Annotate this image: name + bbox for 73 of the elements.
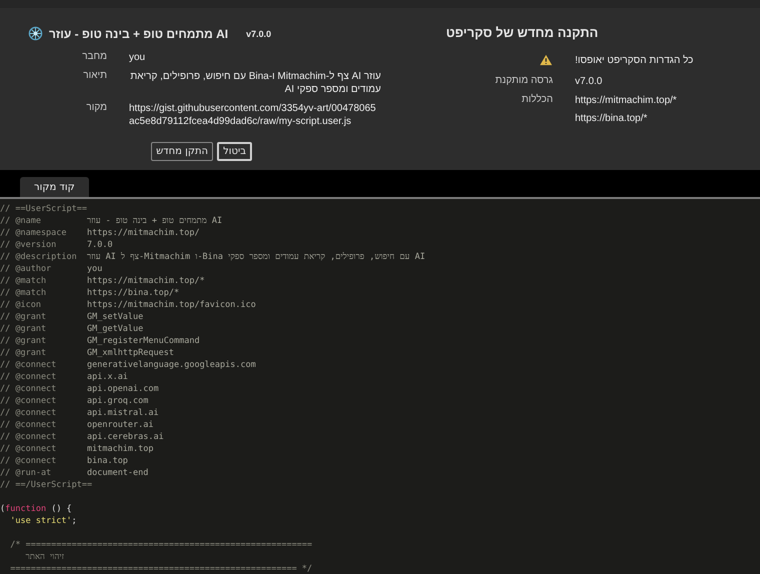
detail-label: תיאור	[82, 70, 107, 81]
code-key: // @grant	[0, 347, 87, 359]
code-comment: // ==UserScript==	[0, 204, 87, 214]
code-key: // @connect	[0, 455, 87, 467]
detail-value: https://gist.githubusercontent.com/3354yv-art/00478065ac5e8d79112fcea4d99dad6c/raw/my-script.user.js	[129, 102, 377, 128]
script-version: v7.0.0	[246, 28, 272, 38]
warning-text: כל הגדרות הסקריפט יאופסו!	[575, 54, 694, 67]
reinstall-button[interactable]: התקן מחדש	[151, 142, 214, 161]
code-value: you	[86, 264, 102, 274]
detail-label: מקור	[85, 102, 107, 113]
code-value: api.openai.com	[86, 384, 159, 394]
code-punctuation: ;	[72, 516, 77, 526]
code-value: https://mitmachim.top/favicon.ico	[86, 300, 256, 310]
info-value: https://bina.top/*	[575, 112, 648, 125]
code-value: api.cerebras.ai	[86, 432, 164, 442]
code-value: https://mitmachim.top/*	[86, 276, 205, 286]
info-value: v7.0.0	[575, 75, 604, 88]
cancel-button[interactable]: ביטול	[217, 142, 252, 161]
code-key: // @connect	[0, 407, 87, 419]
code-value: api.groq.com	[86, 396, 148, 406]
code-value: https://bina.top/*	[86, 288, 180, 298]
code-key: // @connect	[0, 395, 87, 407]
code-value: openrouter.ai	[86, 420, 154, 430]
code-key: // @icon	[0, 299, 87, 311]
code-value: api.mistral.ai	[86, 408, 159, 418]
code-value: generativelanguage.googleapis.com	[86, 360, 256, 370]
code-key: // @run-at	[0, 467, 87, 479]
code-key: // @match	[0, 287, 87, 299]
code-key: // @grant	[0, 323, 87, 335]
code-value: GM_getValue	[86, 324, 144, 334]
script-name: מתמחים טופ + בינה טופ - עוזר AI	[49, 26, 228, 40]
code-punctuation: () {	[50, 504, 72, 514]
code-comment: זיהוי האתר	[24, 552, 64, 562]
code-value: https://mitmachim.top/	[86, 228, 200, 238]
code-value: עוזר AI צף ל-Mitmachim ו-Bina עם חיפוש, פרופילים, קריאת עמודים ומספר ספקי AI	[86, 252, 426, 262]
code-value: GM_registerMenuCommand	[86, 336, 200, 346]
detail-label: מחבר	[81, 51, 107, 62]
warning-icon	[539, 54, 553, 66]
code-key: // @connect	[0, 383, 87, 395]
code-key: // @connect	[0, 419, 87, 431]
code-key: // @connect	[0, 359, 87, 371]
code-string: 'use strict'	[9, 516, 72, 526]
code-comment: ======================================================== */	[9, 564, 312, 574]
code-value: מתמחים טופ + בינה טופ - עוזר AI	[86, 216, 222, 226]
code-key: // @match	[0, 275, 87, 287]
info-value: https://mitmachim.top/*	[575, 94, 678, 107]
code-key: // @author	[0, 263, 87, 275]
detail-value: you	[129, 51, 146, 64]
code-key: // @name	[0, 215, 87, 227]
code-key: // @connect	[0, 371, 87, 383]
code-key: // @grant	[0, 311, 87, 323]
code-value: GM_xmlhttpRequest	[86, 348, 174, 358]
code-key: // @description	[0, 251, 87, 263]
info-label: גרסה מותקנת	[494, 75, 553, 86]
code-comment: /* ========================================================	[9, 540, 312, 550]
code-keyword: function	[5, 504, 46, 514]
code-key: // @namespace	[0, 227, 87, 239]
detail-value: עוזר AI צף ל-Mitmachim ו-Bina עם חיפוש, פרופילים, קריאת עמודים ומספר ספקי AI	[129, 70, 381, 96]
code-value: 7.0.0	[86, 240, 113, 250]
code-key: // @connect	[0, 431, 87, 443]
code-value: mitmachim.top	[86, 444, 154, 454]
code-key: // @version	[0, 239, 87, 251]
info-label: הכללות	[520, 94, 553, 105]
code-key: // @connect	[0, 443, 87, 455]
code-value: api.x.ai	[86, 372, 128, 382]
code-value: bina.top	[86, 456, 128, 466]
code-key: // @grant	[0, 335, 87, 347]
code-punctuation: (	[0, 504, 6, 514]
source-tab[interactable]: קוד מקור	[20, 177, 89, 197]
code-value: GM_setValue	[86, 312, 144, 322]
code-value: document-end	[86, 468, 148, 478]
code-comment: // ==/UserScript==	[0, 480, 92, 490]
dialog-title: התקנה מחדש של סקריפט	[446, 25, 598, 40]
